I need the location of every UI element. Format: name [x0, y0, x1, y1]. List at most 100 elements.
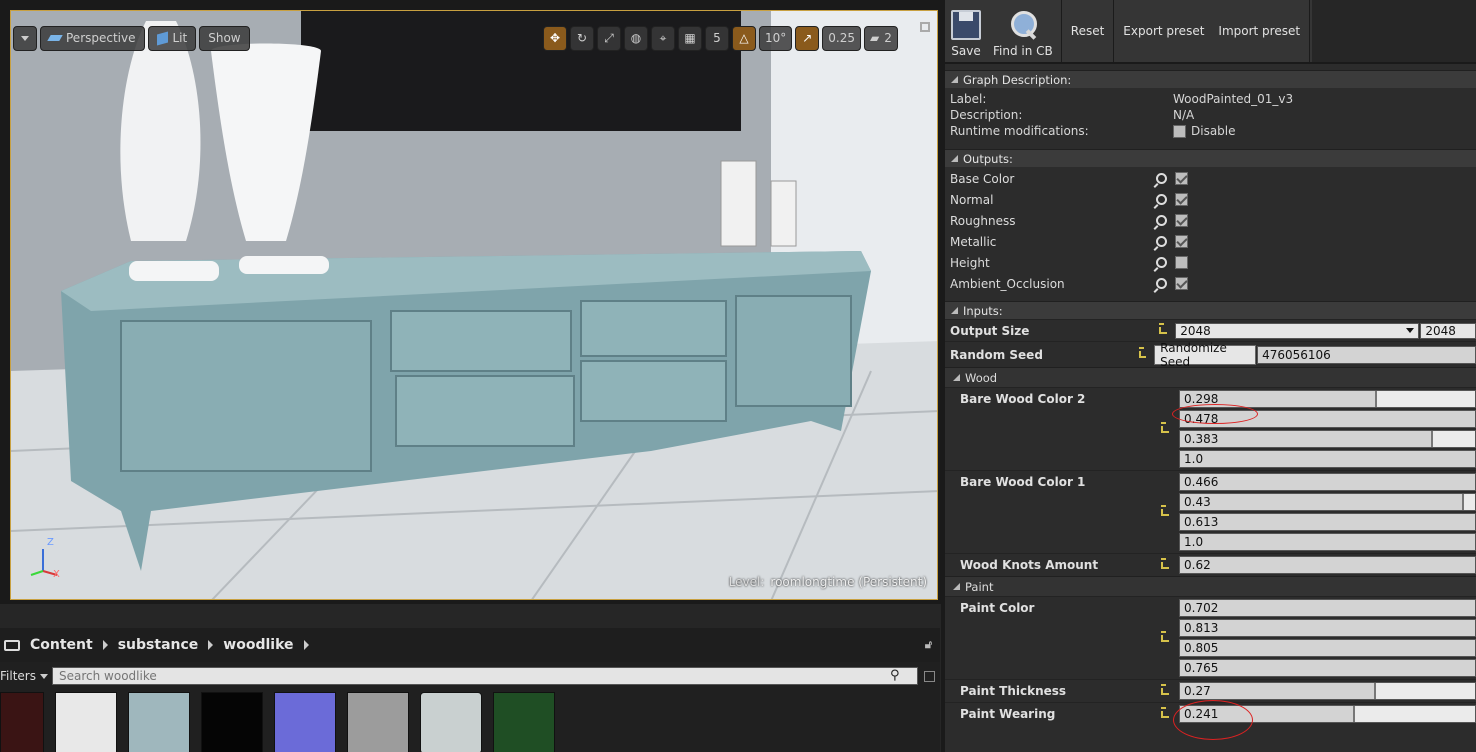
output-row: Metallic [945, 231, 1476, 252]
output-checkbox[interactable] [1175, 214, 1188, 227]
rotation-size-button[interactable]: 10° [759, 25, 793, 51]
paint-g-value: 0.813 [1184, 621, 1219, 635]
show-button[interactable]: Show [199, 25, 250, 51]
paint-group-header[interactable]: Paint [945, 576, 1476, 596]
viewport-scene[interactable]: Perspective Lit Show ✥ ↻ ⤢ ◍ ⌖ ▦ 5 △ 10°… [10, 10, 938, 600]
disable-checkbox[interactable] [1173, 125, 1186, 138]
bare2-a-field[interactable]: 1.0 [1179, 450, 1476, 468]
output-size-height-select[interactable]: 2048 [1420, 322, 1476, 339]
reset-button[interactable]: Reset [1064, 0, 1112, 62]
rotation-snap-button[interactable]: △ [732, 25, 756, 51]
reset-to-default-icon[interactable] [1161, 557, 1169, 569]
save-search-icon[interactable] [924, 670, 935, 682]
paint-g-field[interactable]: 0.813 [1179, 619, 1476, 637]
lit-label: Lit [172, 31, 188, 45]
scale-snap-button[interactable]: ↗ [795, 25, 820, 51]
find-in-cb-button[interactable]: Find in CB [987, 0, 1059, 62]
export-preset-button[interactable]: Export preset [1116, 0, 1211, 62]
viewport-toolbar-left: Perspective Lit Show [13, 25, 250, 51]
content-browser: Content substance woodlike 🔓︎ Filters ⚲ [0, 628, 940, 752]
description-key: Description: [950, 108, 1023, 122]
asset-thumb[interactable] [201, 692, 263, 752]
reset-to-default-icon[interactable] [1161, 421, 1169, 433]
bare1-r-field[interactable]: 0.466 [1179, 473, 1476, 491]
reset-to-default-icon[interactable] [1138, 347, 1147, 358]
chevron-right-icon[interactable] [208, 640, 214, 650]
world-local-button[interactable]: ◍ [624, 25, 648, 51]
breadcrumb-item-2[interactable]: woodlike [223, 637, 293, 653]
import-preset-button[interactable]: Import preset [1211, 0, 1307, 62]
camera-speed-button[interactable]: ▰ 2 [864, 25, 898, 51]
seed-field[interactable]: 476056106 [1257, 345, 1476, 364]
reset-to-default-icon[interactable] [1161, 683, 1169, 695]
graph-description-header[interactable]: Graph Description: [945, 70, 1476, 88]
save-button[interactable]: Save [945, 0, 987, 62]
find-output-icon[interactable] [1156, 194, 1167, 205]
search-icon[interactable]: ⚲ [890, 668, 900, 683]
wood-group-header[interactable]: Wood [945, 367, 1476, 387]
asset-thumb[interactable] [347, 692, 409, 752]
randomize-seed-button[interactable]: Randomize Seed [1154, 341, 1257, 369]
bare2-b-field[interactable]: 0.383 [1179, 430, 1476, 448]
folder-icon[interactable] [4, 639, 20, 651]
scale-size-value: 0.25 [828, 31, 855, 45]
level-viewport[interactable]: Perspective Lit Show ✥ ↻ ⤢ ◍ ⌖ ▦ 5 △ 10°… [0, 0, 942, 604]
find-output-icon[interactable] [1156, 257, 1167, 268]
asset-thumb[interactable] [0, 692, 44, 752]
output-size-width-select[interactable]: 2048 [1175, 322, 1420, 339]
filters-button[interactable]: Filters [0, 669, 48, 683]
export-label: Export preset [1123, 24, 1205, 38]
paint-r-field[interactable]: 0.702 [1179, 599, 1476, 617]
output-checkbox[interactable] [1175, 235, 1188, 248]
output-checkbox[interactable] [1175, 193, 1188, 206]
reset-to-default-icon[interactable] [1161, 504, 1169, 516]
panel-splitter[interactable] [941, 0, 945, 752]
viewport-options-button[interactable] [13, 25, 37, 51]
snap-icon: ⌖ [659, 30, 667, 45]
paint-b-field[interactable]: 0.805 [1179, 639, 1476, 657]
wood-knots-field[interactable]: 0.62 [1179, 556, 1476, 574]
asset-thumb[interactable] [128, 692, 190, 752]
breadcrumb-item-0[interactable]: Content [30, 637, 93, 653]
asset-thumb[interactable] [274, 692, 336, 752]
scale-icon: ⤢ [604, 30, 614, 45]
output-checkbox[interactable] [1175, 277, 1188, 290]
rotate-mode-button[interactable]: ↻ [570, 25, 594, 51]
rotation-size-value: 10° [765, 31, 787, 45]
reset-to-default-icon[interactable] [1161, 630, 1169, 642]
inputs-header[interactable]: Inputs: [945, 301, 1476, 319]
asset-thumb[interactable] [55, 692, 117, 752]
search-input[interactable] [52, 667, 918, 685]
surface-snap-button[interactable]: ⌖ [651, 25, 675, 51]
chevron-right-icon[interactable] [102, 640, 108, 650]
camera-speed-value: 2 [884, 31, 892, 45]
find-output-icon[interactable] [1156, 236, 1167, 247]
lock-icon[interactable]: 🔓︎ [925, 638, 932, 652]
asset-thumb[interactable] [420, 692, 482, 752]
bare1-g-field[interactable]: 0.43 [1179, 493, 1476, 511]
scale-size-button[interactable]: 0.25 [822, 25, 861, 51]
chevron-right-icon[interactable] [303, 640, 309, 650]
find-output-icon[interactable] [1156, 278, 1167, 289]
find-output-icon[interactable] [1156, 173, 1167, 184]
outputs-header[interactable]: Outputs: [945, 149, 1476, 167]
reset-to-default-icon[interactable] [1161, 706, 1169, 718]
perspective-button[interactable]: Perspective [40, 25, 145, 51]
bare1-b-field[interactable]: 0.613 [1179, 513, 1476, 531]
grid-size-button[interactable]: 5 [705, 25, 729, 51]
paint-a-field[interactable]: 0.765 [1179, 659, 1476, 677]
asset-thumb[interactable] [493, 692, 555, 752]
output-checkbox[interactable] [1175, 256, 1188, 269]
wood-knots-value: 0.62 [1184, 558, 1211, 572]
translate-mode-button[interactable]: ✥ [543, 25, 567, 51]
output-checkbox[interactable] [1175, 172, 1188, 185]
grid-snap-button[interactable]: ▦ [678, 25, 702, 51]
lit-button[interactable]: Lit [147, 25, 197, 51]
paint-thickness-field[interactable]: 0.27 [1179, 682, 1476, 700]
breadcrumb-item-1[interactable]: substance [118, 637, 199, 653]
reset-to-default-icon[interactable] [1159, 323, 1168, 334]
bare1-a-field[interactable]: 1.0 [1179, 533, 1476, 551]
find-output-icon[interactable] [1156, 215, 1167, 226]
maximize-viewport-icon[interactable] [920, 22, 930, 32]
scale-mode-button[interactable]: ⤢ [597, 25, 621, 51]
